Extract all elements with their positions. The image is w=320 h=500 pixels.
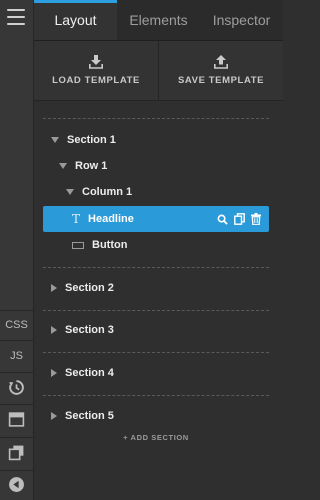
tree-item-column-1[interactable]: Column 1	[43, 179, 269, 205]
divider	[43, 395, 269, 396]
save-template-button[interactable]: SAVE TEMPLATE	[158, 41, 283, 100]
tree-item-section-1[interactable]: Section 1	[43, 127, 269, 153]
rail-divider	[0, 340, 33, 341]
rail-divider	[0, 372, 33, 373]
tree-item-label: Section 3	[65, 324, 114, 336]
chevron-right-icon[interactable]	[51, 412, 57, 420]
trash-icon[interactable]	[251, 213, 261, 225]
chevron-right-icon[interactable]	[51, 326, 57, 334]
collapse-left-icon[interactable]	[8, 476, 25, 493]
hamburger-menu-icon[interactable]	[7, 9, 25, 25]
template-toolbar: LOAD TEMPLATE SAVE TEMPLATE	[34, 41, 283, 101]
load-template-label: LOAD TEMPLATE	[52, 75, 140, 86]
text-type-icon: T	[72, 212, 81, 226]
chevron-down-icon[interactable]	[59, 163, 67, 169]
tree-item-label: Section 5	[65, 410, 114, 422]
css-button[interactable]: CSS	[0, 319, 33, 331]
item-actions	[217, 213, 261, 225]
add-section-button[interactable]: + ADD SECTION	[43, 433, 269, 442]
js-button[interactable]: JS	[0, 350, 33, 362]
tree-item-section-5[interactable]: Section 5	[43, 403, 269, 429]
tree-item-row-1[interactable]: Row 1	[43, 153, 269, 179]
rail-divider	[0, 437, 33, 438]
chevron-down-icon[interactable]	[66, 189, 74, 195]
tree-item-label: Row 1	[75, 160, 108, 172]
tree-item-label: Headline	[88, 213, 134, 225]
divider	[43, 352, 269, 353]
chevron-down-icon[interactable]	[51, 137, 59, 143]
copy-pages-icon[interactable]	[8, 444, 25, 461]
divider	[43, 118, 269, 119]
tab-layout[interactable]: Layout	[34, 0, 117, 40]
history-icon[interactable]	[8, 379, 25, 396]
tree-item-section-4[interactable]: Section 4	[43, 360, 269, 386]
tree-item-headline[interactable]: T Headline	[43, 206, 269, 232]
tree-item-label: Column 1	[82, 186, 133, 198]
upload-icon	[214, 55, 228, 69]
left-rail: CSS JS	[0, 0, 34, 500]
tree-item-label: Section 4	[65, 367, 114, 379]
download-icon	[89, 55, 103, 69]
tree-item-label: Section 1	[67, 134, 116, 146]
search-icon[interactable]	[217, 214, 228, 225]
load-template-button[interactable]: LOAD TEMPLATE	[34, 41, 158, 100]
divider	[43, 310, 269, 311]
panel-tabs: Layout Elements Inspector	[34, 0, 283, 41]
rail-divider	[0, 310, 33, 311]
button-type-icon	[72, 241, 84, 249]
duplicate-icon[interactable]	[234, 213, 245, 225]
tab-inspector[interactable]: Inspector	[200, 0, 283, 40]
tree-item-button[interactable]: Button	[43, 232, 269, 258]
rail-divider	[0, 470, 33, 471]
window-icon[interactable]	[8, 411, 25, 428]
tree-item-section-3[interactable]: Section 3	[43, 317, 269, 343]
chevron-right-icon[interactable]	[51, 284, 57, 292]
tree-item-label: Section 2	[65, 282, 114, 294]
tree-item-label: Button	[92, 239, 128, 251]
tree-item-section-2[interactable]: Section 2	[43, 275, 269, 301]
rail-divider	[0, 404, 33, 405]
tab-elements[interactable]: Elements	[117, 0, 200, 40]
divider	[43, 267, 269, 268]
chevron-right-icon[interactable]	[51, 369, 57, 377]
save-template-label: SAVE TEMPLATE	[177, 75, 265, 86]
